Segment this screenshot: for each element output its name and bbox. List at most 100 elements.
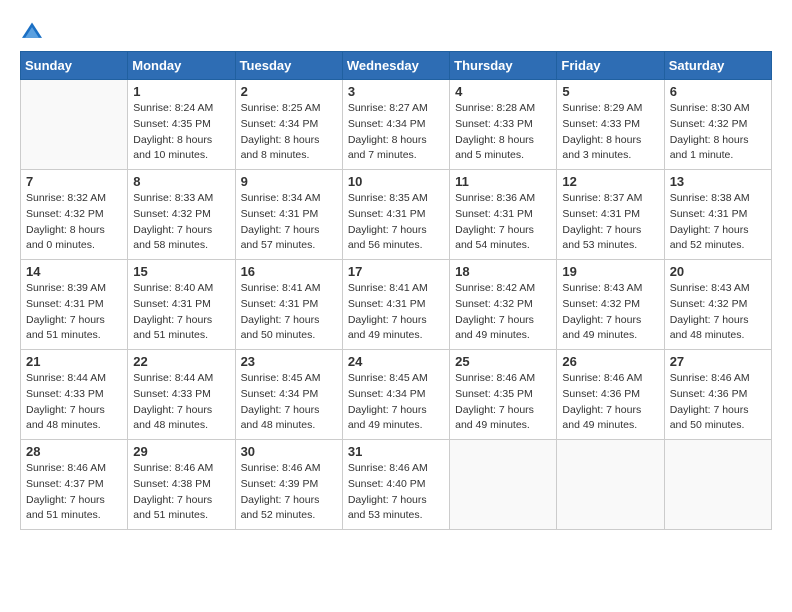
day-number: 31 xyxy=(348,444,444,459)
day-info: Sunrise: 8:46 AMSunset: 4:40 PMDaylight:… xyxy=(348,461,444,524)
day-info: Sunrise: 8:45 AMSunset: 4:34 PMDaylight:… xyxy=(241,371,337,434)
calendar-cell: 31 Sunrise: 8:46 AMSunset: 4:40 PMDayligh… xyxy=(342,440,449,530)
calendar-cell: 11 Sunrise: 8:36 AMSunset: 4:31 PMDayligh… xyxy=(450,170,557,260)
day-info: Sunrise: 8:44 AMSunset: 4:33 PMDaylight:… xyxy=(26,371,122,434)
col-header-tuesday: Tuesday xyxy=(235,52,342,80)
col-header-monday: Monday xyxy=(128,52,235,80)
day-info: Sunrise: 8:25 AMSunset: 4:34 PMDaylight:… xyxy=(241,101,337,164)
day-info: Sunrise: 8:41 AMSunset: 4:31 PMDaylight:… xyxy=(348,281,444,344)
calendar-cell xyxy=(664,440,771,530)
calendar-cell: 4 Sunrise: 8:28 AMSunset: 4:33 PMDaylight… xyxy=(450,80,557,170)
calendar-cell: 25 Sunrise: 8:46 AMSunset: 4:35 PMDayligh… xyxy=(450,350,557,440)
calendar-table: SundayMondayTuesdayWednesdayThursdayFrid… xyxy=(20,51,772,530)
day-number: 6 xyxy=(670,84,766,99)
day-info: Sunrise: 8:42 AMSunset: 4:32 PMDaylight:… xyxy=(455,281,551,344)
day-number: 12 xyxy=(562,174,658,189)
day-number: 15 xyxy=(133,264,229,279)
day-info: Sunrise: 8:46 AMSunset: 4:36 PMDaylight:… xyxy=(562,371,658,434)
day-info: Sunrise: 8:30 AMSunset: 4:32 PMDaylight:… xyxy=(670,101,766,164)
calendar-cell: 17 Sunrise: 8:41 AMSunset: 4:31 PMDayligh… xyxy=(342,260,449,350)
day-info: Sunrise: 8:43 AMSunset: 4:32 PMDaylight:… xyxy=(562,281,658,344)
calendar-cell: 22Sunrise: 8:44 AMSunset: 4:33 PMDayligh… xyxy=(128,350,235,440)
day-info: Sunrise: 8:46 AMSunset: 4:37 PMDaylight:… xyxy=(26,461,122,524)
calendar-cell: 15 Sunrise: 8:40 AMSunset: 4:31 PMDayligh… xyxy=(128,260,235,350)
day-info: Sunrise: 8:27 AMSunset: 4:34 PMDaylight:… xyxy=(348,101,444,164)
day-info: Sunrise: 8:46 AMSunset: 4:35 PMDaylight:… xyxy=(455,371,551,434)
logo-icon xyxy=(20,21,44,41)
day-info: Sunrise: 8:38 AMSunset: 4:31 PMDaylight:… xyxy=(670,191,766,254)
day-number: 26 xyxy=(562,354,658,369)
page-header xyxy=(20,20,772,41)
day-info: Sunrise: 8:46 AMSunset: 4:36 PMDaylight:… xyxy=(670,371,766,434)
day-info: Sunrise: 8:40 AMSunset: 4:31 PMDaylight:… xyxy=(133,281,229,344)
day-number: 23 xyxy=(241,354,337,369)
calendar-cell: 29 Sunrise: 8:46 AMSunset: 4:38 PMDayligh… xyxy=(128,440,235,530)
day-info: Sunrise: 8:24 AMSunset: 4:35 PMDaylight:… xyxy=(133,101,229,164)
col-header-sunday: Sunday xyxy=(21,52,128,80)
day-number: 27 xyxy=(670,354,766,369)
calendar-cell: 27 Sunrise: 8:46 AMSunset: 4:36 PMDayligh… xyxy=(664,350,771,440)
day-number: 4 xyxy=(455,84,551,99)
day-info: Sunrise: 8:39 AMSunset: 4:31 PMDaylight:… xyxy=(26,281,122,344)
day-number: 3 xyxy=(348,84,444,99)
day-number: 25 xyxy=(455,354,551,369)
day-number: 13 xyxy=(670,174,766,189)
col-header-saturday: Saturday xyxy=(664,52,771,80)
day-info: Sunrise: 8:32 AMSunset: 4:32 PMDaylight:… xyxy=(26,191,122,254)
day-number: 17 xyxy=(348,264,444,279)
calendar-cell xyxy=(21,80,128,170)
day-info: Sunrise: 8:28 AMSunset: 4:33 PMDaylight:… xyxy=(455,101,551,164)
day-number: 16 xyxy=(241,264,337,279)
calendar-cell xyxy=(557,440,664,530)
day-info: Sunrise: 8:46 AMSunset: 4:38 PMDaylight:… xyxy=(133,461,229,524)
day-info: Sunrise: 8:34 AMSunset: 4:31 PMDaylight:… xyxy=(241,191,337,254)
calendar-cell: 26 Sunrise: 8:46 AMSunset: 4:36 PMDayligh… xyxy=(557,350,664,440)
calendar-cell: 3 Sunrise: 8:27 AMSunset: 4:34 PMDaylight… xyxy=(342,80,449,170)
day-number: 20 xyxy=(670,264,766,279)
day-number: 18 xyxy=(455,264,551,279)
calendar-cell: 30 Sunrise: 8:46 AMSunset: 4:39 PMDayligh… xyxy=(235,440,342,530)
day-number: 28 xyxy=(26,444,122,459)
calendar-cell: 24 Sunrise: 8:45 AMSunset: 4:34 PMDayligh… xyxy=(342,350,449,440)
day-info: Sunrise: 8:43 AMSunset: 4:32 PMDaylight:… xyxy=(670,281,766,344)
calendar-cell: 14 Sunrise: 8:39 AMSunset: 4:31 PMDayligh… xyxy=(21,260,128,350)
calendar-cell: 12 Sunrise: 8:37 AMSunset: 4:31 PMDayligh… xyxy=(557,170,664,260)
calendar-cell: 23 Sunrise: 8:45 AMSunset: 4:34 PMDayligh… xyxy=(235,350,342,440)
calendar-cell: 5Sunrise: 8:29 AMSunset: 4:33 PMDaylight… xyxy=(557,80,664,170)
calendar-cell: 7 Sunrise: 8:32 AMSunset: 4:32 PMDaylight… xyxy=(21,170,128,260)
day-info: Sunrise: 8:36 AMSunset: 4:31 PMDaylight:… xyxy=(455,191,551,254)
calendar-cell: 19 Sunrise: 8:43 AMSunset: 4:32 PMDayligh… xyxy=(557,260,664,350)
calendar-cell: 28 Sunrise: 8:46 AMSunset: 4:37 PMDayligh… xyxy=(21,440,128,530)
calendar-cell: 20 Sunrise: 8:43 AMSunset: 4:32 PMDayligh… xyxy=(664,260,771,350)
day-number: 10 xyxy=(348,174,444,189)
day-number: 21 xyxy=(26,354,122,369)
day-info: Sunrise: 8:46 AMSunset: 4:39 PMDaylight:… xyxy=(241,461,337,524)
day-number: 11 xyxy=(455,174,551,189)
day-number: 22 xyxy=(133,354,229,369)
day-number: 1 xyxy=(133,84,229,99)
day-number: 24 xyxy=(348,354,444,369)
calendar-cell: 10 Sunrise: 8:35 AMSunset: 4:31 PMDayligh… xyxy=(342,170,449,260)
day-info: Sunrise: 8:37 AMSunset: 4:31 PMDaylight:… xyxy=(562,191,658,254)
day-number: 19 xyxy=(562,264,658,279)
day-number: 29 xyxy=(133,444,229,459)
calendar-cell xyxy=(450,440,557,530)
col-header-wednesday: Wednesday xyxy=(342,52,449,80)
col-header-thursday: Thursday xyxy=(450,52,557,80)
calendar-cell: 1 Sunrise: 8:24 AMSunset: 4:35 PMDaylight… xyxy=(128,80,235,170)
calendar-cell: 13 Sunrise: 8:38 AMSunset: 4:31 PMDayligh… xyxy=(664,170,771,260)
day-number: 8 xyxy=(133,174,229,189)
day-info: Sunrise: 8:35 AMSunset: 4:31 PMDaylight:… xyxy=(348,191,444,254)
calendar-cell: 2 Sunrise: 8:25 AMSunset: 4:34 PMDaylight… xyxy=(235,80,342,170)
day-number: 14 xyxy=(26,264,122,279)
day-info: Sunrise: 8:45 AMSunset: 4:34 PMDaylight:… xyxy=(348,371,444,434)
calendar-cell: 16 Sunrise: 8:41 AMSunset: 4:31 PMDayligh… xyxy=(235,260,342,350)
calendar-cell: 6 Sunrise: 8:30 AMSunset: 4:32 PMDaylight… xyxy=(664,80,771,170)
day-number: 7 xyxy=(26,174,122,189)
col-header-friday: Friday xyxy=(557,52,664,80)
day-number: 30 xyxy=(241,444,337,459)
day-number: 2 xyxy=(241,84,337,99)
day-info: Sunrise: 8:41 AMSunset: 4:31 PMDaylight:… xyxy=(241,281,337,344)
calendar-cell: 9Sunrise: 8:34 AMSunset: 4:31 PMDaylight… xyxy=(235,170,342,260)
day-info: Sunrise: 8:33 AMSunset: 4:32 PMDaylight:… xyxy=(133,191,229,254)
